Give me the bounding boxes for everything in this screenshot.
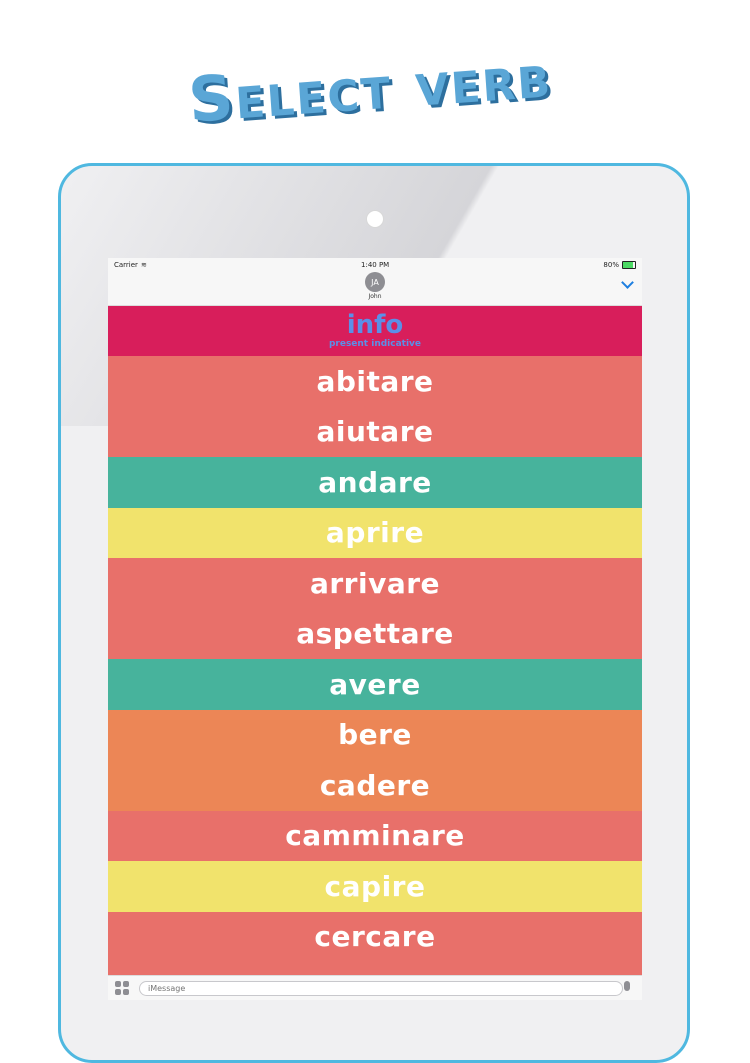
wifi-icon: ≋ [140, 261, 147, 269]
verb-item[interactable]: cercare [108, 911, 642, 962]
verb-item[interactable]: cadere [108, 760, 642, 811]
battery-percent: 80% [603, 261, 619, 269]
verb-item[interactable]: arrivare [108, 558, 642, 609]
verb-item[interactable]: avere [108, 659, 642, 710]
microphone-icon[interactable] [624, 981, 630, 991]
carrier-label: Carrier [114, 261, 138, 269]
status-right: 80% [603, 261, 636, 269]
battery-icon [621, 261, 636, 269]
battery-fill [622, 262, 633, 268]
headline: Select verb [185, 37, 555, 137]
verb-item[interactable]: andare [108, 457, 642, 508]
status-bar: Carrier ≋ 1:40 PM 80% [108, 258, 642, 272]
verb-list: abitare aiutare andare aprire arrivare aspett… [108, 356, 642, 1000]
verb-item[interactable]: bere [108, 709, 642, 760]
camera-icon [366, 210, 384, 228]
message-bar [108, 975, 642, 1000]
verb-item[interactable]: aprire [108, 507, 642, 558]
verb-item[interactable]: abitare [108, 356, 642, 407]
verb-item[interactable]: aspettare [108, 608, 642, 659]
message-input[interactable] [139, 980, 623, 996]
verb-item[interactable]: camminare [108, 810, 642, 861]
status-left: Carrier ≋ [114, 261, 147, 269]
chevron-down-icon[interactable] [621, 276, 634, 289]
conversation-header: JA John [108, 272, 642, 306]
screen: Carrier ≋ 1:40 PM 80% JA John info prese… [108, 258, 642, 1000]
avatar[interactable]: JA [365, 272, 385, 292]
verb-item[interactable]: capire [108, 861, 642, 912]
verb-item[interactable]: aiutare [108, 406, 642, 457]
info-title: info [346, 310, 404, 340]
status-time: 1:40 PM [361, 261, 390, 269]
contact-name[interactable]: John [108, 293, 642, 300]
apps-icon[interactable] [115, 981, 129, 995]
info-subtitle: present indicative [328, 339, 422, 349]
info-button[interactable]: info present indicative [108, 306, 642, 356]
